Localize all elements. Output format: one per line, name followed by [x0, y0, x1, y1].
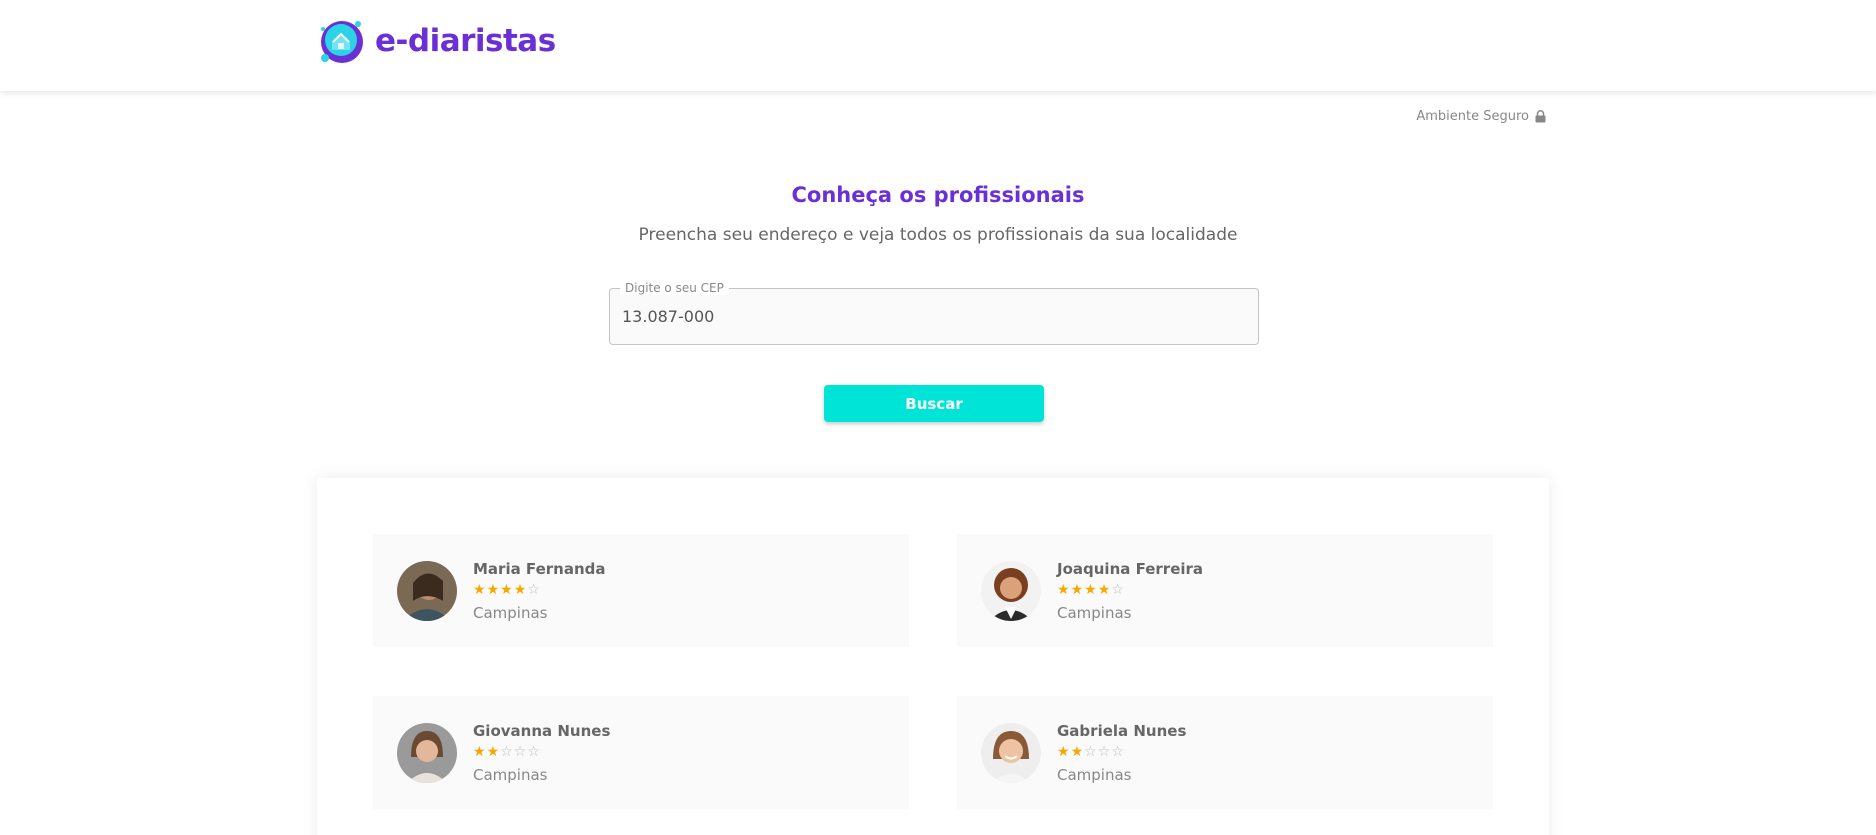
cep-input[interactable]: [622, 289, 1242, 344]
star-filled-icon: ★: [1057, 744, 1071, 760]
avatar: [981, 723, 1041, 783]
star-filled-icon: ★: [513, 582, 528, 598]
rating-stars: ★★★★☆: [473, 582, 541, 598]
professional-card: Gabriela Nunes ★★☆☆☆ Campinas: [957, 696, 1493, 809]
professional-card: Joaquina Ferreira ★★★★☆ Campinas: [957, 534, 1493, 647]
avatar: [397, 723, 457, 783]
professional-name: Maria Fernanda: [473, 560, 606, 578]
star-filled-icon: ★: [1070, 582, 1085, 598]
star-filled-icon: ★: [473, 744, 487, 760]
house-logo-icon: [321, 21, 363, 63]
star-filled-icon: ★: [1084, 582, 1098, 598]
professional-city: Campinas: [473, 766, 548, 784]
secure-environment-label: Ambiente Seguro: [1416, 109, 1529, 124]
star-empty-icon: ☆: [1097, 744, 1112, 760]
top-header: e-diaristas: [0, 0, 1876, 91]
person-avatar-icon: [981, 561, 1041, 621]
professional-card: Maria Fernanda ★★★★☆ Campinas: [373, 534, 909, 647]
rating-stars: ★★☆☆☆: [1057, 744, 1125, 760]
brand-name: e-diaristas: [375, 23, 556, 59]
cep-field[interactable]: Digite o seu CEP: [609, 281, 1259, 345]
secure-environment-badge: Ambiente Seguro: [1416, 109, 1546, 124]
star-empty-icon: ☆: [500, 744, 514, 760]
star-filled-icon: ★: [473, 582, 487, 598]
professional-city: Campinas: [473, 604, 548, 622]
star-empty-icon: ☆: [513, 744, 528, 760]
professional-name: Gabriela Nunes: [1057, 722, 1187, 740]
professional-card: Giovanna Nunes ★★☆☆☆ Campinas: [373, 696, 909, 809]
star-filled-icon: ★: [486, 744, 501, 760]
star-empty-icon: ☆: [1084, 744, 1098, 760]
professionals-results-panel: Maria Fernanda ★★★★☆ Campinas Joaquina F…: [317, 478, 1549, 835]
star-filled-icon: ★: [1070, 744, 1085, 760]
professional-name: Giovanna Nunes: [473, 722, 611, 740]
person-avatar-icon: [981, 723, 1041, 783]
lock-icon: [1535, 110, 1546, 123]
star-filled-icon: ★: [486, 582, 501, 598]
professional-name: Joaquina Ferreira: [1057, 560, 1204, 578]
star-empty-icon: ☆: [527, 582, 541, 598]
rating-stars: ★★★★☆: [1057, 582, 1125, 598]
star-filled-icon: ★: [1057, 582, 1071, 598]
page-subtitle: Preencha seu endereço e veja todos os pr…: [638, 225, 1238, 245]
star-filled-icon: ★: [500, 582, 514, 598]
rating-stars: ★★☆☆☆: [473, 744, 541, 760]
professional-city: Campinas: [1057, 604, 1132, 622]
person-avatar-icon: [397, 723, 457, 783]
avatar: [981, 561, 1041, 621]
star-filled-icon: ★: [1097, 582, 1112, 598]
star-empty-icon: ☆: [1111, 744, 1125, 760]
professional-city: Campinas: [1057, 766, 1132, 784]
page-title: Conheça os profissionais: [791, 183, 1085, 207]
search-button[interactable]: Buscar: [824, 385, 1044, 422]
star-empty-icon: ☆: [1111, 582, 1125, 598]
avatar: [397, 561, 457, 621]
star-empty-icon: ☆: [527, 744, 541, 760]
brand-logo[interactable]: e-diaristas: [316, 16, 556, 66]
person-avatar-icon: [397, 561, 457, 621]
